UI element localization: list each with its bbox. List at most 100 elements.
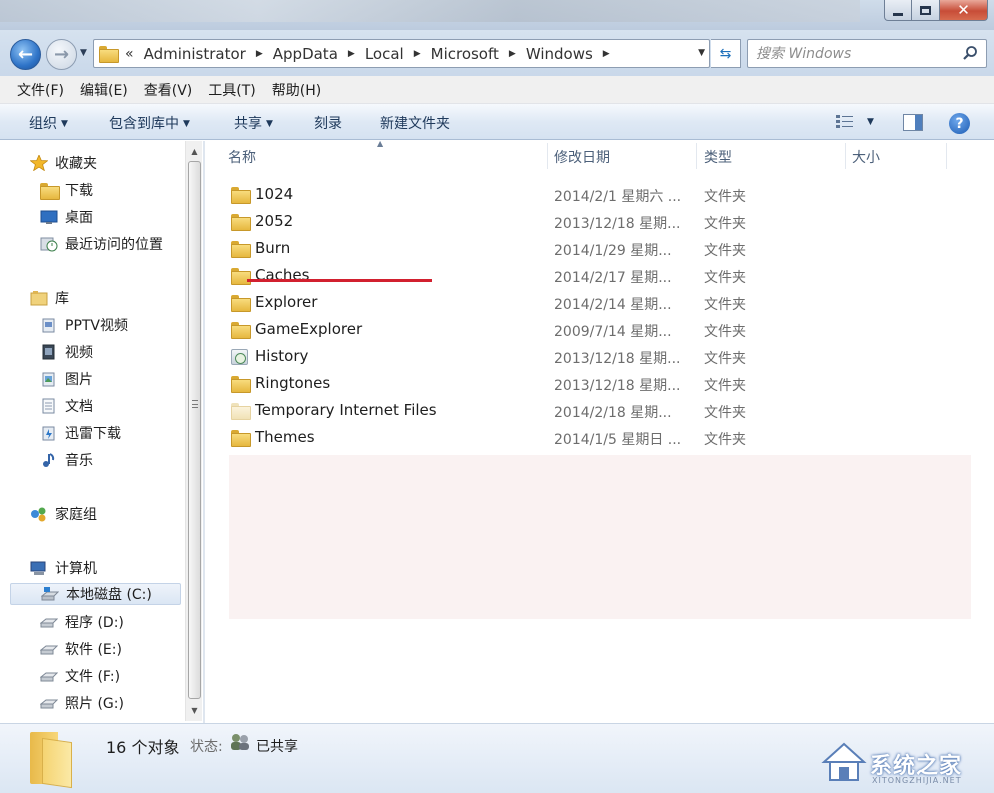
nav-label: 迅雷下载 — [65, 426, 121, 442]
nav-label: 最近访问的位置 — [65, 237, 163, 253]
chevron-down-icon: ▼ — [183, 119, 190, 129]
column-divider[interactable] — [696, 143, 697, 169]
nav-favorites[interactable]: 收藏夹 — [30, 152, 97, 174]
file-row[interactable]: Explorer 2014/2/14 星期... 文件夹 — [225, 290, 975, 317]
nav-label: 收藏夹 — [55, 156, 97, 172]
recent-pages-dropdown[interactable]: ▼ — [80, 48, 87, 58]
address-bar[interactable]: « Administrator ▶ AppData ▶ Local ▶ Microso… — [93, 39, 710, 68]
view-dropdown-icon[interactable]: ▼ — [867, 117, 874, 127]
nav-library-item[interactable]: PPTV视频 — [40, 314, 128, 336]
file-row[interactable]: GameExplorer 2009/7/14 星期... 文件夹 — [225, 317, 975, 344]
include-in-library-button[interactable]: 包含到库中 ▼ — [109, 113, 190, 133]
breadcrumb-item[interactable]: Microsoft ▶ — [431, 45, 516, 63]
column-divider[interactable] — [845, 143, 846, 169]
breadcrumb-item[interactable]: AppData ▶ — [273, 45, 355, 63]
preview-pane-icon[interactable] — [903, 114, 923, 131]
file-row[interactable]: Burn 2014/1/29 星期... 文件夹 — [225, 236, 975, 263]
scroll-thumb[interactable] — [188, 161, 201, 699]
folder-icon — [231, 187, 251, 204]
nav-drive[interactable]: 软件 (E:) — [40, 638, 122, 660]
file-date: 2013/12/18 星期... — [554, 216, 681, 232]
file-name: Themes — [255, 428, 315, 446]
menu-tools[interactable]: 工具(T) — [208, 80, 255, 100]
chevron-right-icon[interactable]: ▶ — [509, 49, 516, 59]
search-box — [747, 39, 987, 68]
new-folder-button[interactable]: 新建文件夹 — [380, 113, 450, 133]
file-row[interactable]: 1024 2014/2/1 星期六 ... 文件夹 — [225, 182, 975, 209]
watermark-subtext: XITONGZHIJIA.NET — [872, 776, 962, 785]
file-row[interactable]: Themes 2014/1/5 星期日 ... 文件夹 — [225, 425, 975, 452]
help-icon[interactable]: ? — [949, 113, 970, 134]
scroll-down-icon[interactable]: ▼ — [186, 702, 203, 719]
breadcrumb-overflow[interactable]: « — [125, 46, 134, 62]
nav-library-item[interactable]: 图片 — [40, 368, 93, 390]
scroll-up-icon[interactable]: ▲ — [186, 143, 203, 160]
nav-library-item[interactable]: 视频 — [40, 341, 93, 363]
command-bar: 组织 ▼ 包含到库中 ▼ 共享 ▼ 刻录 新建文件夹 ▼ ? — [0, 104, 994, 140]
breadcrumb-item[interactable]: Administrator ▶ — [144, 45, 263, 63]
back-button[interactable]: ← — [10, 39, 41, 70]
file-row[interactable]: History 2013/12/18 星期... 文件夹 — [225, 344, 975, 371]
file-row[interactable]: Ringtones 2013/12/18 星期... 文件夹 — [225, 371, 975, 398]
nav-drive[interactable]: 程序 (D:) — [40, 611, 124, 633]
file-type: 文件夹 — [704, 378, 746, 394]
menu-view[interactable]: 查看(V) — [144, 80, 193, 100]
column-divider[interactable] — [547, 143, 548, 169]
maximize-button[interactable] — [912, 0, 940, 21]
desktop-icon — [40, 210, 58, 224]
column-header-name[interactable]: 名称 — [228, 141, 256, 173]
nav-library-item[interactable]: 音乐 — [40, 449, 93, 471]
shared-users-icon — [231, 734, 249, 750]
column-divider[interactable] — [946, 143, 947, 169]
chevron-down-icon: ▼ — [266, 119, 273, 129]
organize-button[interactable]: 组织 ▼ — [29, 113, 68, 133]
search-input[interactable] — [756, 45, 951, 62]
nav-drive[interactable]: 文件 (F:) — [40, 665, 120, 687]
search-icon[interactable] — [962, 45, 978, 61]
nav-label: 程序 (D:) — [65, 615, 124, 631]
close-button[interactable]: ✕ — [940, 0, 988, 21]
pictures-icon — [42, 372, 55, 387]
nav-scrollbar[interactable]: ▲ ▼ — [185, 141, 202, 721]
breadcrumb-item[interactable]: Local ▶ — [365, 45, 421, 63]
folder-icon — [99, 46, 119, 63]
refresh-button[interactable]: ⇆ — [711, 39, 741, 68]
nav-library-item[interactable]: 迅雷下载 — [40, 422, 121, 444]
nav-computer[interactable]: 计算机 — [30, 557, 97, 579]
nav-libraries[interactable]: 库 — [30, 287, 69, 309]
file-name: Ringtones — [255, 374, 331, 392]
nav-drive[interactable]: 照片 (G:) — [40, 692, 124, 714]
window-controls: ✕ — [884, 0, 988, 22]
nav-library-item[interactable]: 文档 — [40, 395, 93, 417]
menu-file[interactable]: 文件(F) — [17, 80, 64, 100]
nav-homegroup[interactable]: 家庭组 — [30, 503, 97, 525]
nav-recent-places[interactable]: 最近访问的位置 — [40, 233, 163, 255]
menu-edit[interactable]: 编辑(E) — [80, 80, 128, 100]
share-label: 共享 — [234, 116, 262, 132]
file-row[interactable]: Caches 2014/2/17 星期... 文件夹 — [225, 263, 975, 290]
address-history-dropdown[interactable]: ▼ — [698, 48, 705, 58]
file-row[interactable]: 2052 2013/12/18 星期... 文件夹 — [225, 209, 975, 236]
title-bar: ✕ — [0, 0, 994, 30]
file-row[interactable]: Temporary Internet Files 2014/2/18 星期...… — [225, 398, 975, 425]
view-options-icon[interactable] — [835, 114, 855, 130]
thunder-download-icon — [42, 426, 55, 441]
nav-desktop[interactable]: 桌面 — [40, 206, 93, 228]
column-header-date[interactable]: 修改日期 — [554, 141, 610, 173]
breadcrumb-item[interactable]: Windows ▶ — [526, 45, 610, 63]
chevron-right-icon[interactable]: ▶ — [603, 49, 610, 59]
column-header-size[interactable]: 大小 — [852, 141, 880, 173]
nav-drive-c[interactable]: 本地磁盘 (C:) — [10, 583, 181, 605]
chevron-right-icon[interactable]: ▶ — [414, 49, 421, 59]
chevron-right-icon[interactable]: ▶ — [348, 49, 355, 59]
forward-button[interactable]: → — [46, 39, 77, 70]
chevron-right-icon[interactable]: ▶ — [256, 49, 263, 59]
burn-button[interactable]: 刻录 — [314, 113, 342, 133]
nav-label: 计算机 — [55, 561, 97, 577]
menu-help[interactable]: 帮助(H) — [272, 80, 321, 100]
nav-label: 家庭组 — [55, 507, 97, 523]
share-button[interactable]: 共享 ▼ — [234, 113, 273, 133]
minimize-button[interactable] — [884, 0, 912, 21]
column-header-type[interactable]: 类型 — [704, 141, 732, 173]
nav-downloads[interactable]: 下载 — [40, 179, 93, 201]
